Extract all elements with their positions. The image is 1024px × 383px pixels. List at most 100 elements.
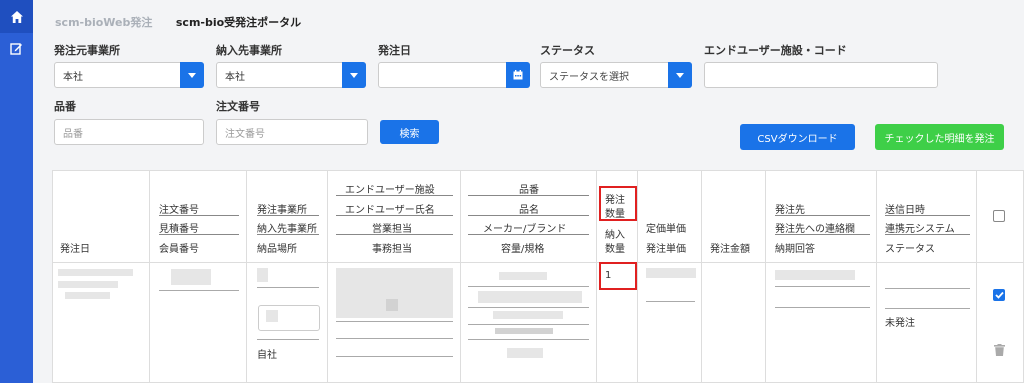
th-supplier-contact[interactable]: 発注先への連絡欄 xyxy=(775,220,855,235)
th-delivery-reply[interactable]: 納期回答 xyxy=(775,240,815,255)
nav-home[interactable] xyxy=(0,0,33,33)
th-delivery-qty-2[interactable]: 数量 xyxy=(605,240,625,255)
order-checked-button[interactable]: チェックした明細を発注 xyxy=(875,124,1004,150)
delivery-office-value: 本社 xyxy=(225,71,245,83)
cell-sep xyxy=(885,288,970,289)
cell-sep xyxy=(159,290,239,291)
col-divider xyxy=(460,171,461,383)
col-divider xyxy=(596,171,597,383)
order-qty-value[interactable]: 1 xyxy=(605,270,611,281)
th-sep xyxy=(775,215,870,216)
th-orderer-office[interactable]: 発注事業所 xyxy=(257,201,307,216)
breadcrumb: scm-bioWeb発注 scm-bio受発注ポータル xyxy=(55,14,301,30)
col-divider xyxy=(637,171,638,383)
delivery-office-dropdown-button[interactable] xyxy=(342,62,366,88)
th-sep xyxy=(885,215,970,216)
delivery-office-label: 納入先事業所 xyxy=(216,44,282,57)
th-order-date[interactable]: 発注日 xyxy=(60,240,90,255)
orderer-office-select[interactable]: 本社 xyxy=(54,62,204,88)
breadcrumb-page: scm-bio受発注ポータル xyxy=(175,16,302,29)
th-supplier[interactable]: 発注先 xyxy=(775,201,805,216)
th-order-qty-2[interactable]: 数量 xyxy=(605,205,625,220)
th-sep xyxy=(336,195,453,196)
breadcrumb-app[interactable]: scm-bioWeb発注 xyxy=(55,16,152,29)
delivery-place-value: 自社 xyxy=(257,350,277,361)
th-order-qty-1[interactable]: 発注 xyxy=(605,191,625,206)
th-enduser-name[interactable]: エンドユーザー氏名 xyxy=(345,201,435,216)
orderer-office-value: 本社 xyxy=(63,71,83,83)
th-linked-system[interactable]: 連携元システム xyxy=(885,220,955,235)
caret-down-icon xyxy=(188,72,196,78)
orderer-office-label: 発注元事業所 xyxy=(54,44,120,57)
col-divider xyxy=(246,171,247,383)
redacted-text xyxy=(499,272,547,280)
order-table: 発注日 注文番号 見積番号 会員番号 発注事業所 納入先事業所 納品場所 エンド… xyxy=(52,170,1024,383)
th-item-no[interactable]: 品番 xyxy=(519,181,539,196)
redacted-text xyxy=(495,328,553,334)
th-list-price[interactable]: 定価単価 xyxy=(646,220,686,235)
row-checkbox[interactable] xyxy=(993,289,1005,301)
cell-sep xyxy=(257,339,319,340)
th-delivery-place[interactable]: 納品場所 xyxy=(257,240,297,255)
search-button[interactable]: 検索 xyxy=(380,120,439,144)
cell-sep xyxy=(336,321,453,322)
redacted-text xyxy=(775,270,855,280)
th-sales-rep[interactable]: 営業担当 xyxy=(372,220,412,235)
cell-sep xyxy=(336,338,453,339)
order-no-input[interactable]: 注文番号 xyxy=(216,119,368,145)
nav-edit[interactable] xyxy=(0,33,33,63)
row-status: 未発注 xyxy=(885,318,915,329)
check-icon xyxy=(994,291,1004,299)
th-member-no[interactable]: 会員番号 xyxy=(159,240,199,255)
th-item-name[interactable]: 品名 xyxy=(519,201,539,216)
col-divider xyxy=(765,171,766,383)
select-all-checkbox[interactable] xyxy=(993,210,1005,222)
redacted-text xyxy=(58,281,118,288)
cell-sep xyxy=(775,307,870,308)
status-dropdown-button[interactable] xyxy=(668,62,692,88)
th-sep xyxy=(468,195,589,196)
enduser-code-input[interactable] xyxy=(704,62,938,88)
delivery-office-select[interactable]: 本社 xyxy=(216,62,366,88)
th-office-rep[interactable]: 事務担当 xyxy=(372,240,412,255)
th-capacity-spec[interactable]: 容量/規格 xyxy=(501,240,544,255)
enduser-code-label: エンドユーザー施設・コード xyxy=(704,44,847,57)
cell-sep xyxy=(775,286,870,287)
redacted-text xyxy=(266,310,278,322)
th-order-amount[interactable]: 発注金額 xyxy=(710,240,750,255)
th-estimate-no[interactable]: 見積番号 xyxy=(159,220,199,235)
th-delivery-qty-1[interactable]: 納入 xyxy=(605,226,625,241)
orderer-office-dropdown-button[interactable] xyxy=(180,62,204,88)
edit-icon xyxy=(10,42,22,55)
order-date-input[interactable] xyxy=(378,62,530,88)
th-maker-brand[interactable]: メーカー/ブランド xyxy=(483,220,566,235)
product-input[interactable]: 品番 xyxy=(54,119,204,145)
redacted-text xyxy=(257,268,268,282)
th-enduser-facility[interactable]: エンドユーザー施設 xyxy=(345,181,435,196)
header-divider xyxy=(53,262,1024,263)
col-divider xyxy=(327,171,328,383)
left-nav-bar xyxy=(0,0,33,383)
th-sent-at[interactable]: 送信日時 xyxy=(885,201,925,216)
csv-download-button[interactable]: CSVダウンロード xyxy=(740,124,855,150)
th-sep xyxy=(885,234,970,235)
cell-sep xyxy=(646,301,695,302)
cell-sep xyxy=(336,356,453,357)
status-label: ステータス xyxy=(540,44,595,57)
order-date-calendar-button[interactable] xyxy=(506,62,530,88)
th-sep xyxy=(468,234,589,235)
home-icon xyxy=(10,10,23,23)
redacted-text xyxy=(646,268,696,278)
th-order-no[interactable]: 注文番号 xyxy=(159,201,199,216)
status-select[interactable]: ステータスを選択 xyxy=(540,62,692,88)
th-status[interactable]: ステータス xyxy=(885,240,935,255)
order-date-label: 発注日 xyxy=(378,44,411,57)
cell-sep xyxy=(885,308,970,309)
th-order-price[interactable]: 発注単価 xyxy=(646,240,686,255)
caret-down-icon xyxy=(676,72,684,78)
th-sep xyxy=(257,234,319,235)
trash-icon[interactable] xyxy=(994,344,1005,356)
th-delivery-office[interactable]: 納入先事業所 xyxy=(257,220,317,235)
redacted-text xyxy=(65,292,110,299)
redacted-text xyxy=(493,311,563,319)
